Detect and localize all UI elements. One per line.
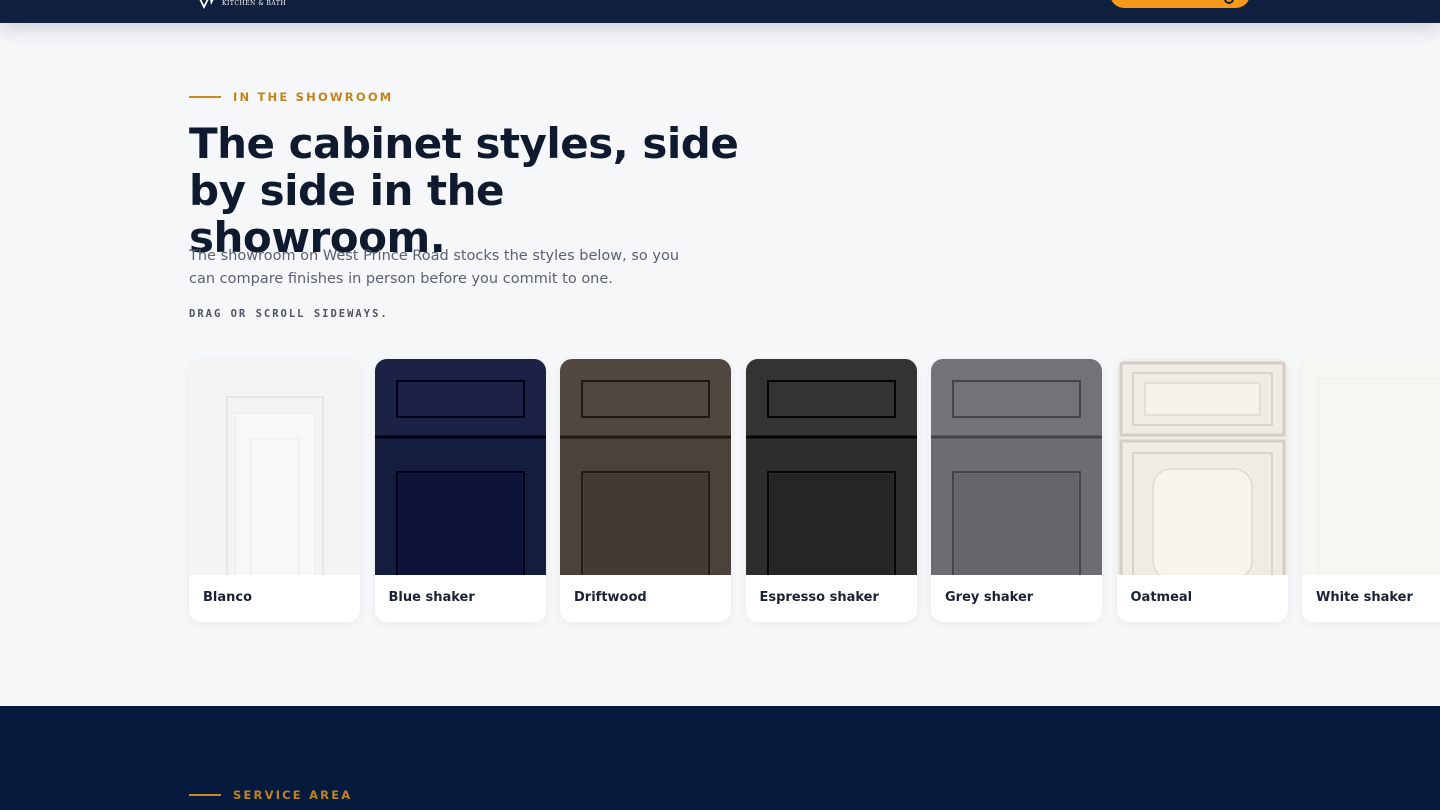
showroom-eyebrow: IN THE SHOWROOM [189, 90, 393, 104]
cabinet-style-card[interactable]: Blanco [189, 359, 360, 622]
cabinet-swatch [745, 359, 917, 575]
eyebrow-rule [189, 794, 221, 796]
cabinet-style-label: Espresso shaker [759, 590, 879, 605]
section-intro: The showroom on West Prince Road stocks … [189, 248, 680, 287]
logo-text: KITCHEN & BATH [222, 0, 287, 7]
section-title: The cabinet styles, side by side in the … [189, 119, 739, 262]
cabinet-style-label: Oatmeal [1130, 590, 1193, 605]
cabinet-door-image [1302, 359, 1440, 575]
cabinet-style-label: Blanco [203, 590, 253, 605]
cabinet-door-image [745, 359, 917, 575]
cabinet-swatch [1116, 359, 1288, 575]
cabinet-style-card[interactable]: Driftwood [560, 359, 731, 622]
scroll-hint: DRAG OR SCROLL SIDEWAYS. [189, 308, 389, 320]
cabinet-style-card[interactable]: Grey shaker [931, 359, 1102, 622]
cabinet-style-card[interactable]: Espresso shaker [745, 359, 917, 622]
cta-arrow-icon [1224, 0, 1234, 4]
cabinet-style-card[interactable]: Oatmeal [1116, 359, 1288, 622]
cabinet-swatch [189, 359, 360, 575]
eyebrow-rule [189, 96, 221, 98]
cabinet-swatch [931, 359, 1102, 575]
eyebrow-label: IN THE SHOWROOM [233, 90, 394, 104]
cabinet-swatch [560, 359, 731, 575]
service-area-section: SERVICE AREA [0, 706, 1440, 810]
cabinet-style-card[interactable]: White shaker [1302, 359, 1440, 622]
logo[interactable]: KITCHEN & BATH [198, 0, 286, 10]
cabinet-door-image [189, 359, 360, 575]
site-header: KITCHEN & BATH [0, 0, 1440, 23]
cabinet-style-card[interactable]: Blue shaker [374, 359, 546, 622]
cabinet-style-label: Driftwood [574, 590, 647, 605]
eyebrow-label: SERVICE AREA [233, 788, 353, 802]
cabinet-door-image [374, 359, 546, 575]
header-cta-button[interactable] [1110, 0, 1250, 8]
cabinet-style-label: Grey shaker [945, 590, 1034, 605]
cabinet-door-image [560, 359, 731, 575]
cabinet-carousel[interactable]: Blanco Blue shaker Driftwood Espresso shake… [0, 352, 1440, 628]
cabinet-door-image [1116, 359, 1288, 575]
logo-mark-icon [199, 0, 214, 9]
cabinet-style-label: Blue shaker [388, 590, 475, 605]
cabinet-door-image [931, 359, 1102, 575]
service-area-eyebrow: SERVICE AREA [189, 788, 352, 802]
cabinet-style-label: White shaker [1316, 590, 1413, 605]
cabinet-swatch [374, 359, 546, 575]
carousel-track[interactable]: Blanco Blue shaker Driftwood Espresso shake… [189, 359, 1440, 622]
cabinet-swatch [1302, 359, 1440, 575]
